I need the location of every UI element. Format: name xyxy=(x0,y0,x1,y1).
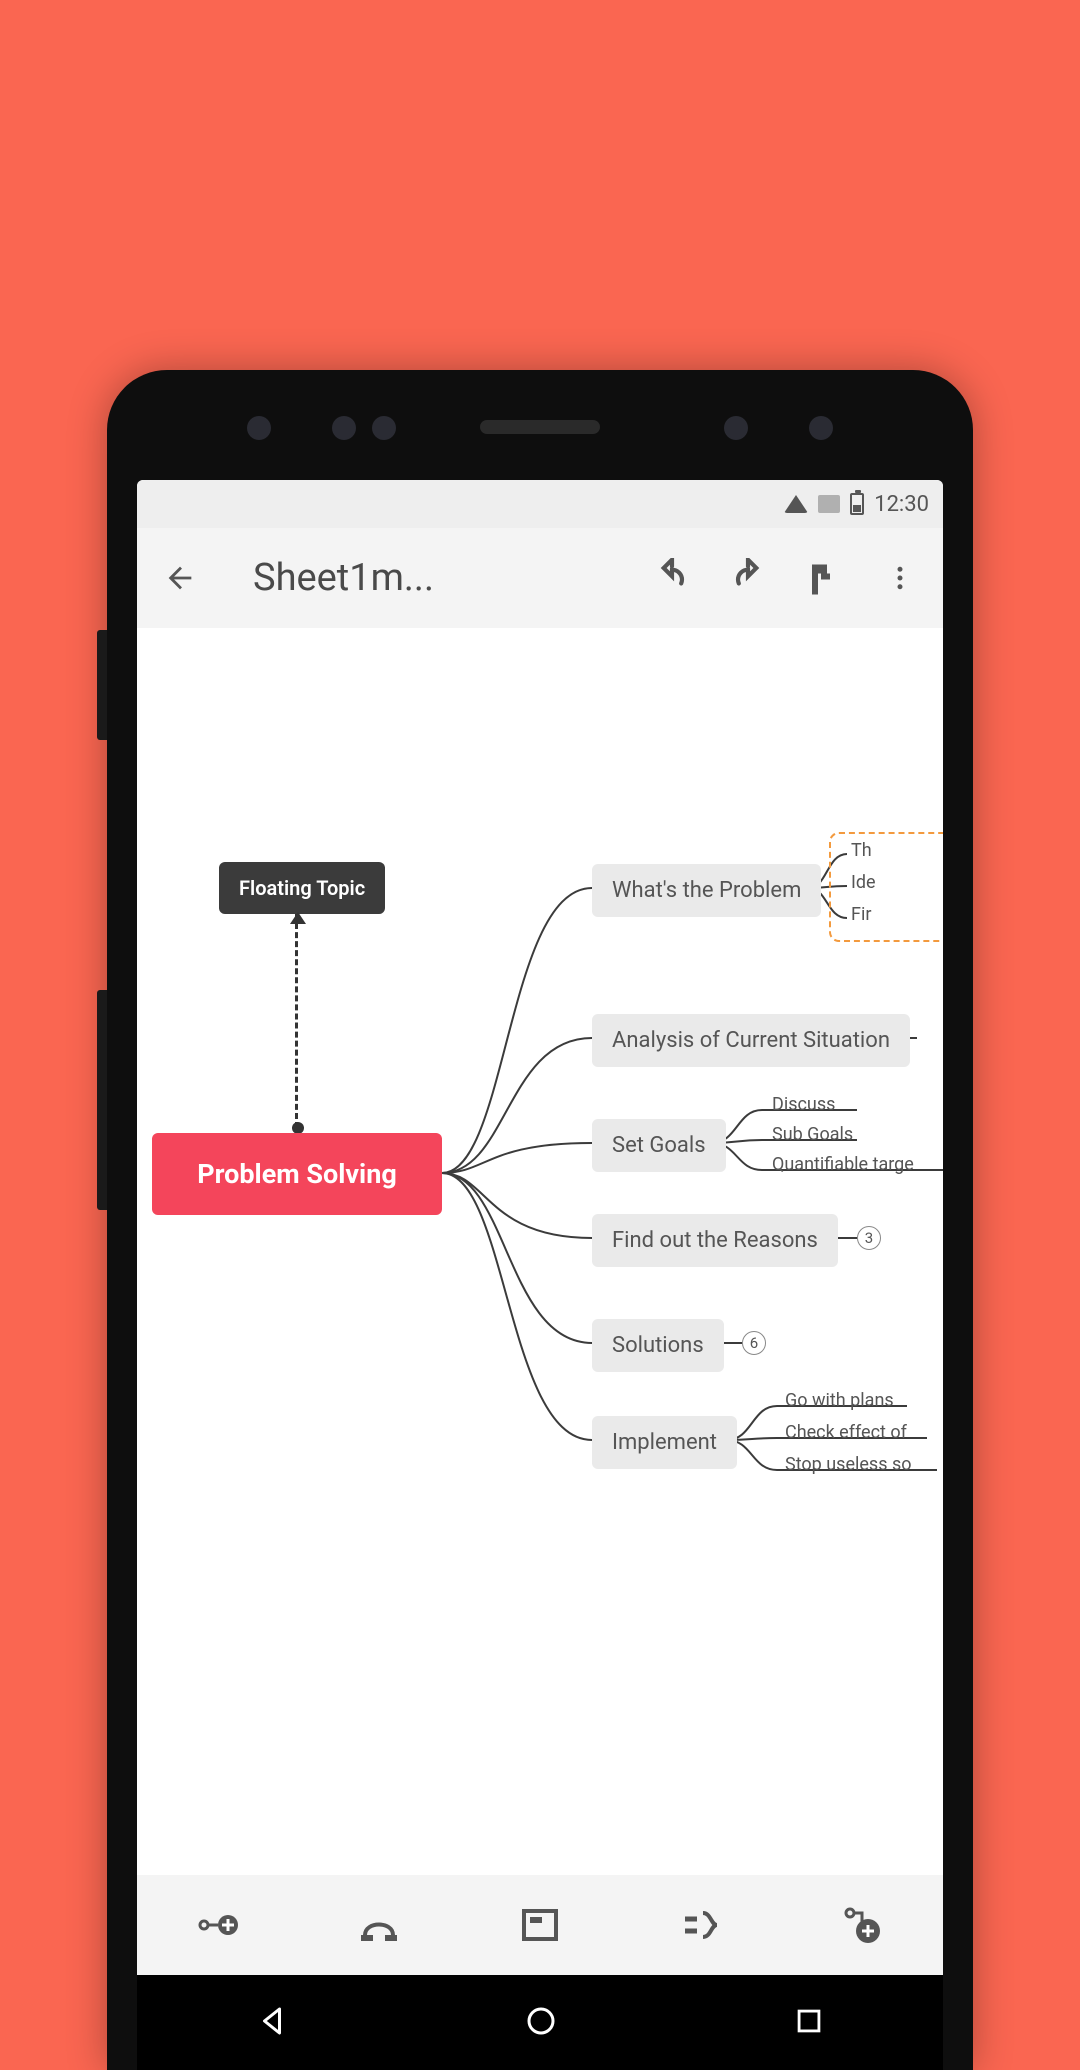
leaf-node[interactable]: Sub Goals xyxy=(772,1124,853,1145)
leaf-node[interactable]: Stop useless so xyxy=(785,1454,912,1475)
collapsed-count-badge[interactable]: 3 xyxy=(857,1226,881,1250)
phone-side-button xyxy=(97,630,107,740)
add-subtopic-button[interactable] xyxy=(188,1895,248,1955)
root-node[interactable]: Problem Solving xyxy=(152,1133,442,1215)
wifi-icon xyxy=(784,495,808,513)
nav-home-button[interactable] xyxy=(523,2003,559,2043)
add-relationship-button[interactable] xyxy=(349,1895,409,1955)
branch-node[interactable]: Analysis of Current Situation xyxy=(592,1014,910,1067)
branch-node[interactable]: Solutions xyxy=(592,1319,724,1372)
more-button[interactable] xyxy=(877,555,923,601)
leaf-node[interactable]: Fir xyxy=(851,904,871,925)
nav-recent-button[interactable] xyxy=(792,2004,826,2042)
undo-button[interactable] xyxy=(649,555,695,601)
back-button[interactable] xyxy=(157,555,203,601)
phone-sensor xyxy=(332,416,356,440)
phone-frame: 12:30 Sheet1m... xyxy=(107,370,973,2070)
phone-sensor xyxy=(724,416,748,440)
mindmap-canvas[interactable]: Floating Topic Problem Solving What's th… xyxy=(137,628,943,1875)
branch-node[interactable]: Find out the Reasons xyxy=(592,1214,838,1267)
battery-icon xyxy=(850,493,864,515)
branch-node[interactable]: Set Goals xyxy=(592,1119,726,1172)
leaf-node[interactable]: Go with plans xyxy=(785,1390,894,1411)
add-note-button[interactable] xyxy=(510,1895,570,1955)
add-summary-button[interactable] xyxy=(671,1895,731,1955)
leaf-node[interactable]: Quantifiable targe xyxy=(772,1154,914,1175)
signal-icon xyxy=(818,495,840,513)
branch-node[interactable]: What's the Problem xyxy=(592,864,821,917)
collapsed-count-badge[interactable]: 6 xyxy=(742,1331,766,1355)
android-nav-bar xyxy=(137,1975,943,2070)
phone-speaker xyxy=(480,420,600,434)
format-button[interactable] xyxy=(801,555,847,601)
phone-side-button xyxy=(97,990,107,1210)
document-title: Sheet1m... xyxy=(233,556,619,600)
relationship-line[interactable] xyxy=(295,914,298,1128)
status-bar: 12:30 xyxy=(137,480,943,528)
nav-back-button[interactable] xyxy=(254,2003,290,2043)
status-time: 12:30 xyxy=(874,492,929,517)
branch-node[interactable]: Implement xyxy=(592,1416,737,1469)
phone-sensor xyxy=(809,416,833,440)
phone-sensor xyxy=(372,416,396,440)
leaf-node[interactable]: Check effect of xyxy=(785,1422,907,1443)
leaf-node[interactable]: Th xyxy=(851,840,872,861)
screen: 12:30 Sheet1m... xyxy=(137,480,943,2070)
leaf-node[interactable]: Discuss xyxy=(772,1094,835,1115)
boundary-box[interactable] xyxy=(829,832,943,942)
add-floating-button[interactable] xyxy=(832,1895,892,1955)
bottom-toolbar xyxy=(137,1875,943,1975)
phone-sensor xyxy=(247,416,271,440)
floating-topic-node[interactable]: Floating Topic xyxy=(219,862,385,914)
redo-button[interactable] xyxy=(725,555,771,601)
app-bar: Sheet1m... xyxy=(137,528,943,628)
leaf-node[interactable]: Ide xyxy=(851,872,876,893)
